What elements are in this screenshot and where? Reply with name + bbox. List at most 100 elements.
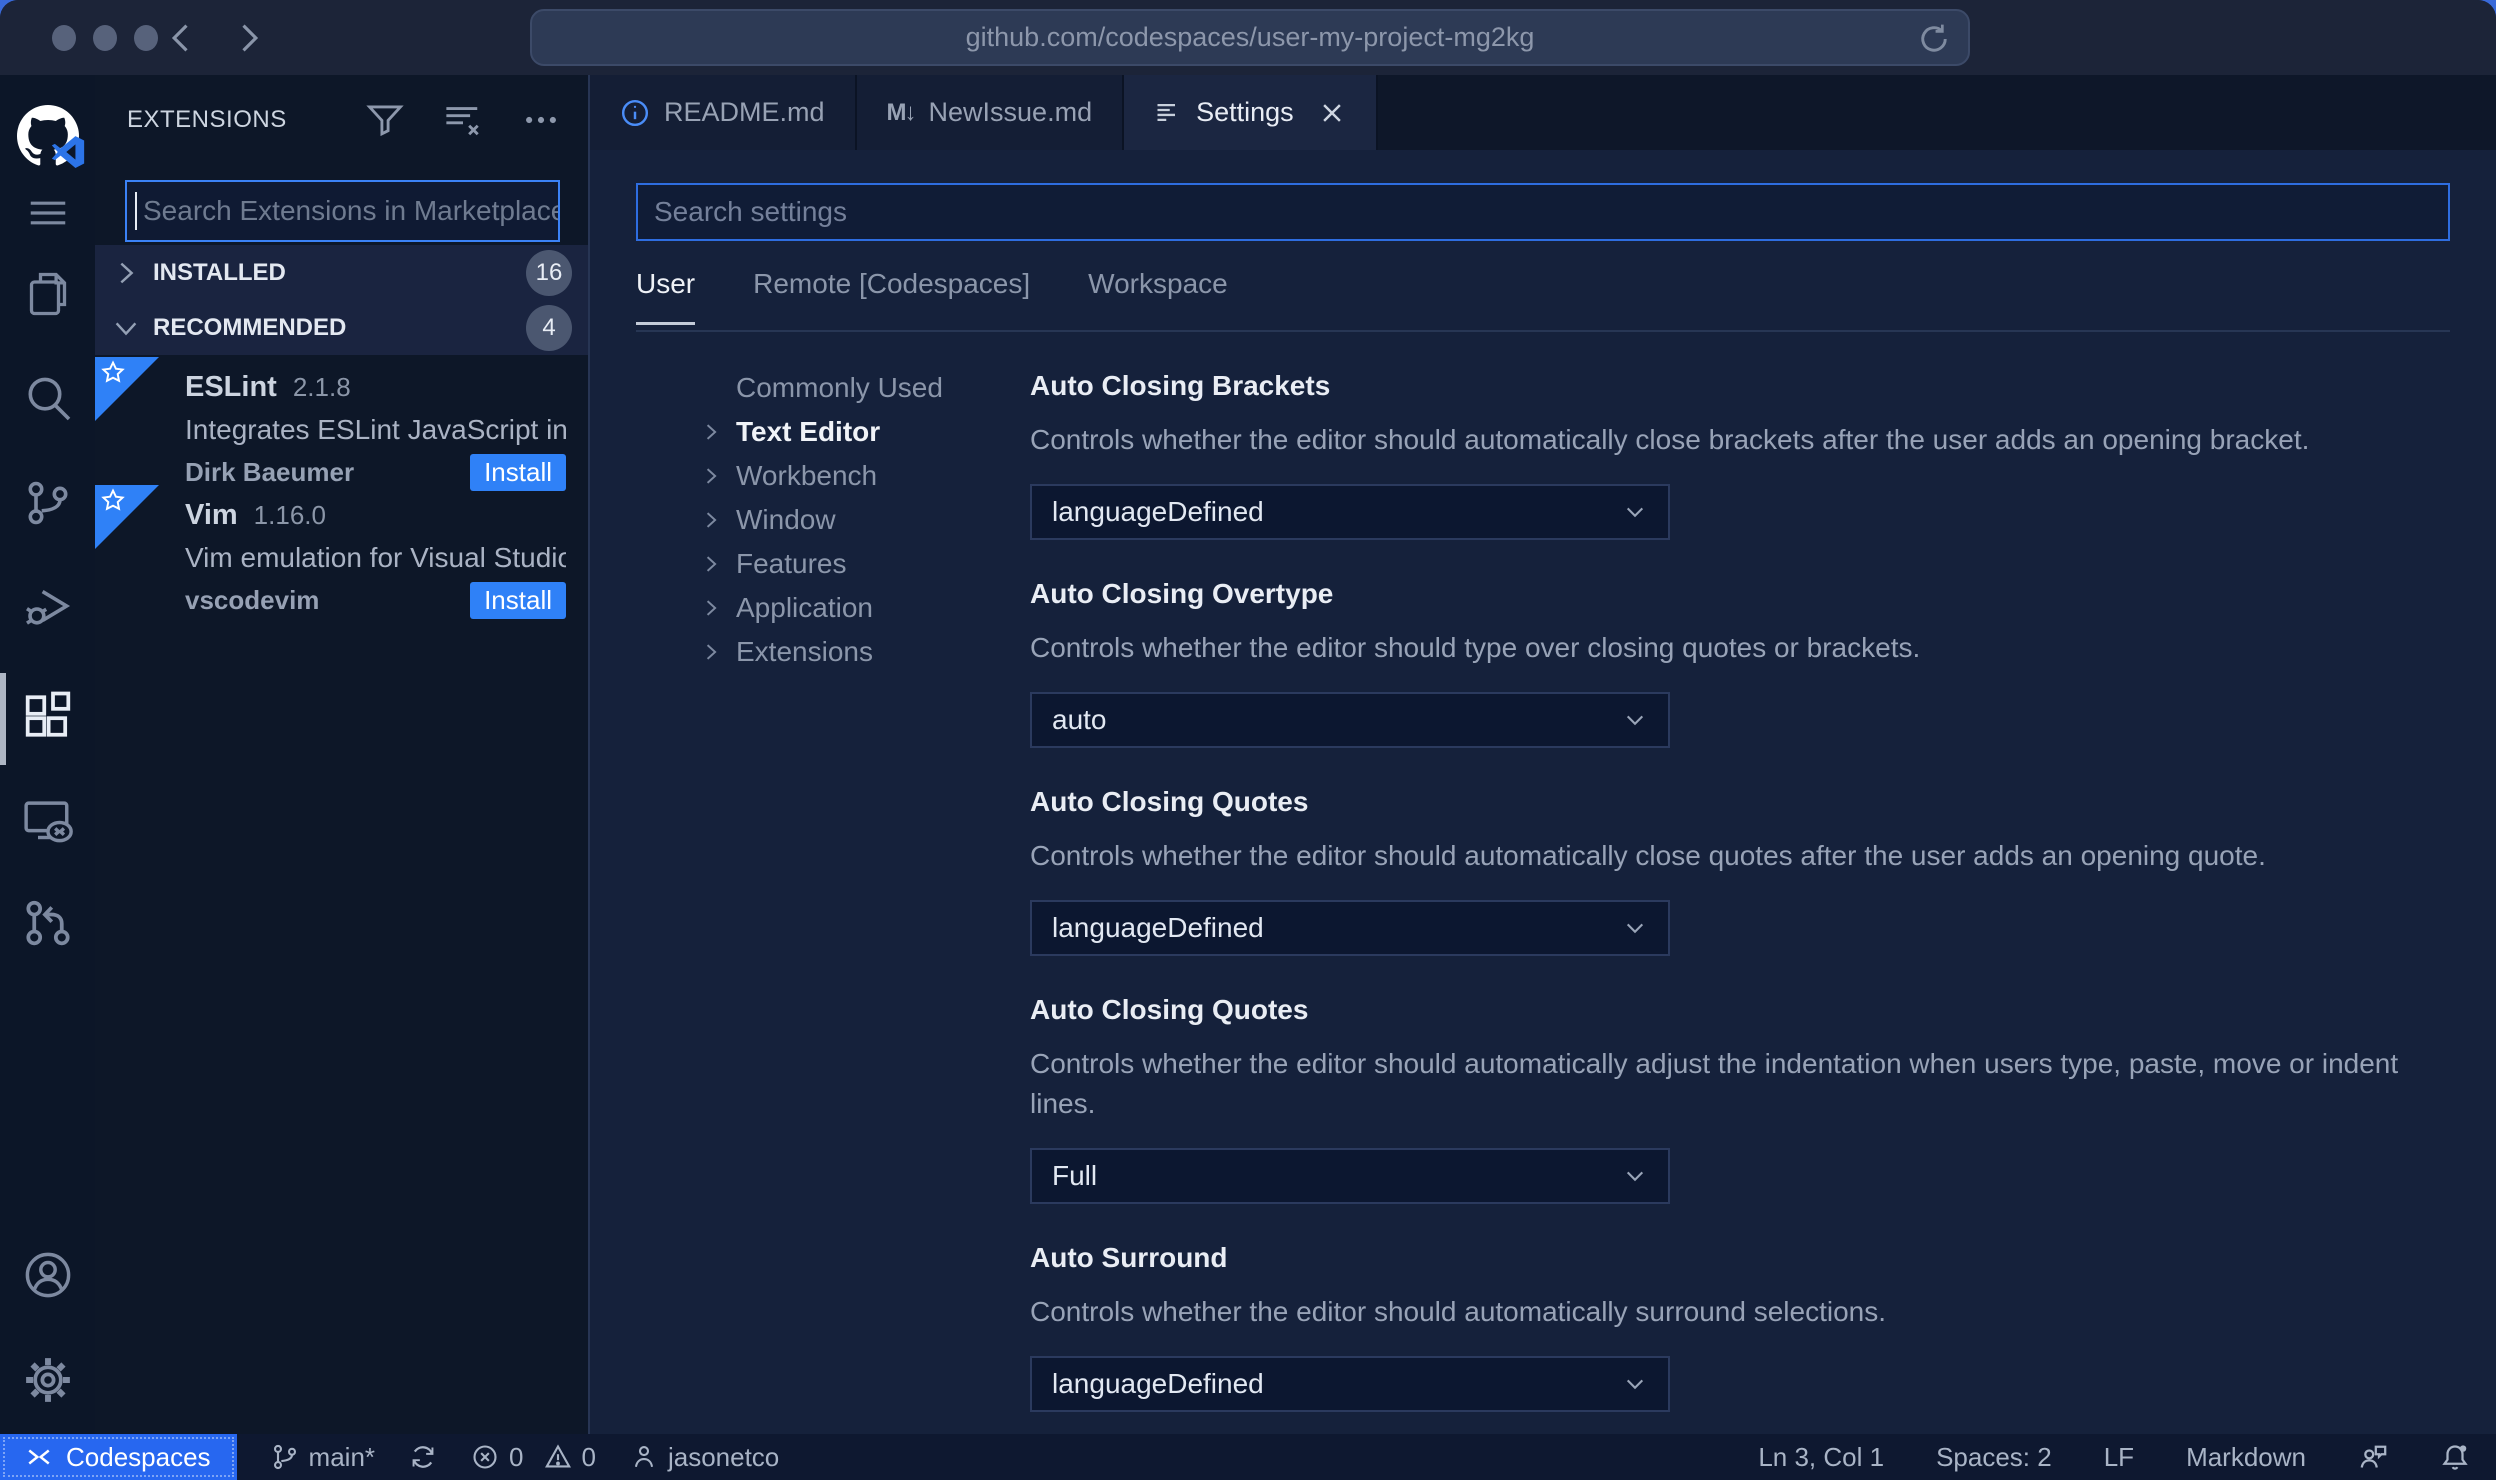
search-icon[interactable] [0,358,95,438]
sidebar-title: EXTENSIONS [127,106,287,133]
setting-description: Controls whether the editor should autom… [1030,424,2310,455]
settings-page: User Remote [Codespaces] Workspace Commo… [590,150,2496,1434]
run-debug-icon[interactable] [0,566,95,646]
github-codespaces-logo [0,93,95,179]
installed-section-header[interactable]: INSTALLED 16 [95,245,588,300]
browser-forward-button[interactable] [230,20,266,56]
toc-item-application[interactable]: Application [700,586,1030,630]
settings-gear-icon[interactable] [0,1340,95,1420]
application-menu-icon[interactable] [0,173,95,253]
chevron-right-icon [700,553,722,575]
scope-tab-workspace[interactable]: Workspace [1088,268,1228,325]
extensions-icon[interactable] [0,676,95,756]
filter-icon[interactable] [366,101,404,139]
remote-explorer-icon[interactable] [0,780,95,860]
toc-label: Text Editor [736,416,881,447]
cursor-position[interactable]: Ln 3, Col 1 [1758,1442,1884,1473]
reload-icon[interactable] [1916,21,1952,57]
extensions-search-input[interactable] [125,180,560,242]
sync-button[interactable] [409,1443,437,1471]
chevron-down-icon [111,313,141,343]
window-zoom-button[interactable] [134,25,158,51]
setting-value-dropdown[interactable]: languageDefined [1030,1356,1670,1412]
toc-item-workbench[interactable]: Workbench [700,454,1030,498]
setting-title: Auto Closing Overtype [1030,578,1334,609]
settings-toc: Commonly Used Text Editor Workbench Wind… [700,356,1030,1434]
toc-item-window[interactable]: Window [700,498,1030,542]
source-control-icon[interactable] [0,463,95,543]
chevron-right-icon [700,465,722,487]
setting-title: Auto Surround [1030,1242,1228,1273]
browser-window: github.com/codespaces/user-my-project-mg… [0,0,2496,1480]
install-button[interactable]: Install [470,582,566,619]
settings-search-input[interactable] [636,183,2450,241]
scope-tab-remote[interactable]: Remote [Codespaces] [753,268,1030,325]
extension-description: Vim emulation for Visual Studio Code... [185,542,566,573]
toc-item-commonly-used[interactable]: Commonly Used [700,366,1030,410]
status-bar: Codespaces main* 0 0 jasonetco Ln 3, Col… [0,1434,2496,1480]
tab-newissue[interactable]: M↓ NewIssue.md [856,75,1125,150]
chevron-down-icon [1622,915,1648,941]
chevron-right-icon [700,641,722,663]
notifications-bell-icon[interactable] [2440,1442,2470,1472]
feedback-icon[interactable] [2358,1442,2388,1472]
setting-title: Auto Closing Brackets [1030,370,1331,401]
chevron-right-icon [700,509,722,531]
chevron-right-icon [111,258,141,288]
setting-value-dropdown[interactable]: auto [1030,692,1670,748]
recommended-section-header[interactable]: RECOMMENDED 4 [95,300,588,355]
setting-auto-closing-quotes: Auto Closing Quotes Controls whether the… [1030,782,2450,956]
extension-author: vscodevim [185,585,320,615]
language-mode[interactable]: Markdown [2186,1442,2306,1473]
eol-indicator[interactable]: LF [2104,1442,2134,1473]
user-indicator[interactable]: jasonetco [630,1442,779,1473]
setting-value-dropdown[interactable]: languageDefined [1030,484,1670,540]
tab-label: README.md [664,97,825,127]
clear-extension-search-icon[interactable] [444,101,482,139]
toc-item-text-editor[interactable]: Text Editor [700,410,1030,454]
extension-version: 1.16.0 [253,500,326,530]
branch-indicator[interactable]: main* [271,1442,375,1473]
pull-requests-icon[interactable] [0,883,95,963]
vscode-logo [51,136,84,168]
setting-value-dropdown[interactable]: Full [1030,1148,1670,1204]
setting-value-dropdown[interactable]: languageDefined [1030,900,1670,956]
error-count: 0 [509,1441,524,1472]
problems-indicator[interactable]: 0 0 [471,1442,596,1473]
setting-description: Controls whether the editor should type … [1030,632,1921,663]
tab-settings[interactable]: Settings [1124,75,1378,150]
browser-back-button[interactable] [164,20,200,56]
window-minimize-button[interactable] [93,25,117,51]
sync-icon [409,1443,437,1471]
markdown-icon: M↓ [886,98,917,126]
toc-label: Features [736,548,847,579]
tab-readme[interactable]: README.md [590,75,857,150]
toc-item-extensions[interactable]: Extensions [700,630,1030,674]
indentation-indicator[interactable]: Spaces: 2 [1936,1442,2052,1473]
installed-count-badge: 16 [526,249,572,296]
account-icon[interactable] [0,1235,95,1315]
address-bar[interactable]: github.com/codespaces/user-my-project-mg… [530,9,1970,66]
chevron-down-icon [1622,1371,1648,1397]
chevron-right-icon [700,597,722,619]
codespaces-remote-indicator[interactable]: Codespaces [0,1434,237,1480]
error-icon [471,1443,499,1471]
setting-auto-closing-brackets: Auto Closing Brackets Controls whether t… [1030,366,2450,540]
setting-auto-surround: Auto Surround Controls whether the edito… [1030,1238,2450,1412]
window-close-button[interactable] [52,25,76,51]
settings-list-icon [1154,99,1182,127]
extension-item-vim[interactable]: Vim 1.16.0 Vim emulation for Visual Stud… [95,485,588,619]
warning-count: 0 [581,1441,596,1472]
chevron-down-icon [1622,1163,1648,1189]
divider [636,330,2450,332]
scope-tab-user[interactable]: User [636,268,696,325]
explorer-icon[interactable] [0,254,95,334]
chevron-down-icon [1622,707,1648,733]
extension-item-eslint[interactable]: ESLint 2.1.8 Integrates ESLint JavaScrip… [95,357,588,491]
toc-item-features[interactable]: Features [700,542,1030,586]
chevron-down-icon [1622,499,1648,525]
more-actions-icon[interactable] [522,101,560,139]
extension-version: 2.1.8 [292,372,351,402]
close-icon[interactable] [1318,99,1346,127]
section-label: RECOMMENDED [153,313,347,341]
